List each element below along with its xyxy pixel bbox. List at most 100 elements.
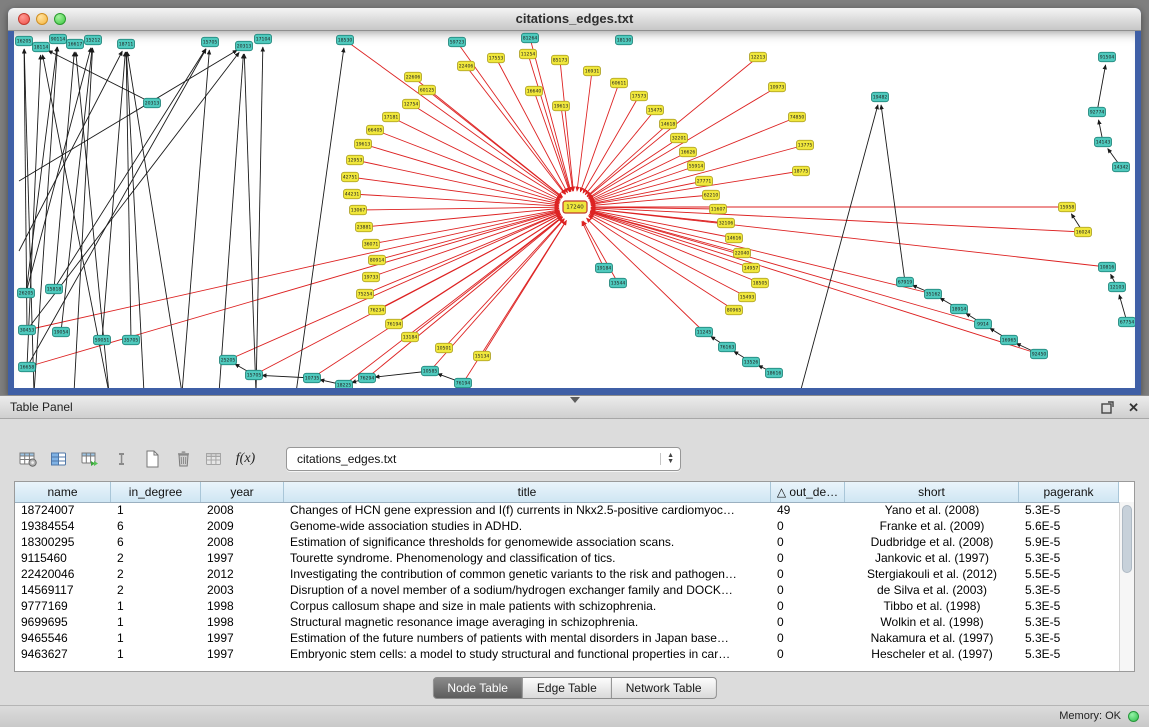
- network-node[interactable]: 17104: [255, 34, 272, 44]
- column-header-year[interactable]: year: [201, 482, 284, 502]
- network-node[interactable]: 11607: [710, 204, 727, 214]
- close-panel-icon[interactable]: ✕: [1128, 401, 1139, 414]
- network-node[interactable]: 14618: [660, 119, 677, 129]
- network-node[interactable]: 92774: [1089, 107, 1106, 117]
- network-node[interactable]: 19054: [53, 327, 70, 337]
- table-row[interactable]: 2242004622012Investigating the contribut…: [15, 566, 1119, 582]
- network-node[interactable]: 10501: [436, 343, 453, 353]
- network-node[interactable]: 76234: [369, 305, 386, 315]
- network-node[interactable]: 23881: [356, 222, 373, 232]
- network-node[interactable]: 60611: [611, 78, 628, 88]
- network-node[interactable]: 13526: [743, 357, 760, 367]
- column-header-in_degree[interactable]: in_degree: [111, 482, 201, 502]
- network-node[interactable]: 30453: [19, 325, 36, 335]
- column-width-icon[interactable]: [109, 446, 134, 472]
- network-node[interactable]: 18225: [336, 380, 353, 388]
- network-node[interactable]: 22040: [734, 248, 751, 258]
- network-node[interactable]: 81264: [522, 33, 539, 43]
- table-scrollbar[interactable]: [1119, 502, 1134, 671]
- network-node[interactable]: 18616: [766, 368, 783, 378]
- network-node[interactable]: 11254: [520, 49, 537, 59]
- network-node[interactable]: 16626: [680, 147, 697, 157]
- network-node[interactable]: 17573: [631, 91, 648, 101]
- network-node[interactable]: 91504: [1099, 52, 1116, 62]
- network-node[interactable]: 44231: [344, 189, 361, 199]
- tab-network-table[interactable]: Network Table: [612, 677, 717, 699]
- table-row[interactable]: 969969511998Structural magnetic resonanc…: [15, 614, 1119, 630]
- network-node[interactable]: 10585: [422, 366, 439, 376]
- network-node[interactable]: 14616: [726, 233, 743, 243]
- network-node[interactable]: 19184: [596, 263, 613, 273]
- network-node[interactable]: 18711: [118, 39, 135, 49]
- create-table-icon[interactable]: [140, 446, 165, 472]
- network-node[interactable]: 75254: [357, 289, 374, 299]
- network-node[interactable]: 76163: [719, 342, 736, 352]
- delete-table-icon[interactable]: [171, 446, 196, 472]
- network-node[interactable]: 11245: [696, 327, 713, 337]
- scrollbar-thumb[interactable]: [1122, 505, 1132, 573]
- network-node[interactable]: 66405: [367, 125, 384, 135]
- network-node[interactable]: 25205: [220, 355, 237, 365]
- column-header-pagerank[interactable]: pagerank: [1019, 482, 1119, 502]
- network-node[interactable]: 14342: [1113, 162, 1130, 172]
- table-row[interactable]: 911546021997Tourette syndrome. Phenomeno…: [15, 550, 1119, 566]
- network-node[interactable]: 76194: [455, 378, 472, 388]
- network-node[interactable]: 13184: [402, 332, 419, 342]
- network-node[interactable]: 15212: [85, 35, 102, 45]
- network-node[interactable]: 17181: [383, 112, 400, 122]
- network-node[interactable]: 16205: [16, 36, 33, 46]
- table-row[interactable]: 1938455462009Genome-wide association stu…: [15, 518, 1119, 534]
- network-node[interactable]: 18530: [337, 35, 354, 45]
- network-node[interactable]: 19733: [363, 272, 380, 282]
- network-hub-node[interactable]: 17240: [563, 201, 587, 213]
- table-row[interactable]: 977716911998Corpus callosum shape and si…: [15, 598, 1119, 614]
- tab-edge-table[interactable]: Edge Table: [523, 677, 612, 699]
- network-node[interactable]: 76194: [386, 319, 403, 329]
- network-node[interactable]: 90114: [50, 34, 67, 44]
- close-window-button[interactable]: [18, 13, 30, 25]
- network-node[interactable]: 18505: [752, 278, 769, 288]
- table-row[interactable]: 946554611997Estimation of the future num…: [15, 630, 1119, 646]
- network-node[interactable]: 22406: [458, 61, 475, 71]
- tab-node-table[interactable]: Node Table: [432, 677, 523, 699]
- network-node[interactable]: 32106: [718, 218, 735, 228]
- column-header-out_degree[interactable]: △ out_de…: [771, 482, 845, 502]
- network-node[interactable]: 13544: [610, 278, 627, 288]
- float-panel-icon[interactable]: [1101, 401, 1114, 414]
- network-node[interactable]: 17553: [488, 53, 505, 63]
- network-node[interactable]: 14957: [743, 263, 760, 273]
- network-node[interactable]: 92450: [1031, 349, 1048, 359]
- table-row[interactable]: 1456911722003Disruption of a novel membe…: [15, 582, 1119, 598]
- network-node[interactable]: 16965: [1001, 335, 1018, 345]
- column-header-name[interactable]: name: [15, 482, 111, 502]
- column-header-title[interactable]: title: [284, 482, 771, 502]
- network-node[interactable]: 18130: [616, 35, 633, 45]
- network-node[interactable]: 15475: [647, 105, 664, 115]
- network-node[interactable]: 59051: [94, 335, 111, 345]
- function-builder-icon[interactable]: f(x): [233, 446, 258, 472]
- network-node[interactable]: 12213: [750, 52, 767, 62]
- network-node[interactable]: 10973: [769, 82, 786, 92]
- network-node[interactable]: 20313: [236, 41, 253, 51]
- network-node[interactable]: 10816: [1099, 262, 1116, 272]
- network-node[interactable]: 20313: [144, 98, 161, 108]
- network-node[interactable]: 67754: [1119, 317, 1136, 327]
- network-node[interactable]: 18114: [33, 42, 50, 52]
- network-node[interactable]: 59723: [449, 37, 466, 47]
- network-node[interactable]: 76294: [359, 373, 376, 383]
- zoom-window-button[interactable]: [54, 13, 66, 25]
- network-node[interactable]: 16024: [1075, 227, 1092, 237]
- network-node[interactable]: 15958: [1059, 202, 1076, 212]
- network-node[interactable]: 12953: [347, 155, 364, 165]
- network-node[interactable]: 32201: [671, 133, 688, 143]
- network-node[interactable]: 80965: [726, 305, 743, 315]
- window-titlebar[interactable]: citations_edges.txt: [8, 8, 1141, 31]
- network-node[interactable]: 19482: [872, 92, 889, 102]
- import-table-icon[interactable]: [78, 446, 103, 472]
- network-node[interactable]: 10735: [304, 373, 321, 383]
- network-node[interactable]: 14143: [1095, 137, 1112, 147]
- network-node[interactable]: 16658: [19, 362, 36, 372]
- network-node[interactable]: 16931: [584, 66, 601, 76]
- network-node[interactable]: 15493: [739, 292, 756, 302]
- network-node[interactable]: 74850: [789, 112, 806, 122]
